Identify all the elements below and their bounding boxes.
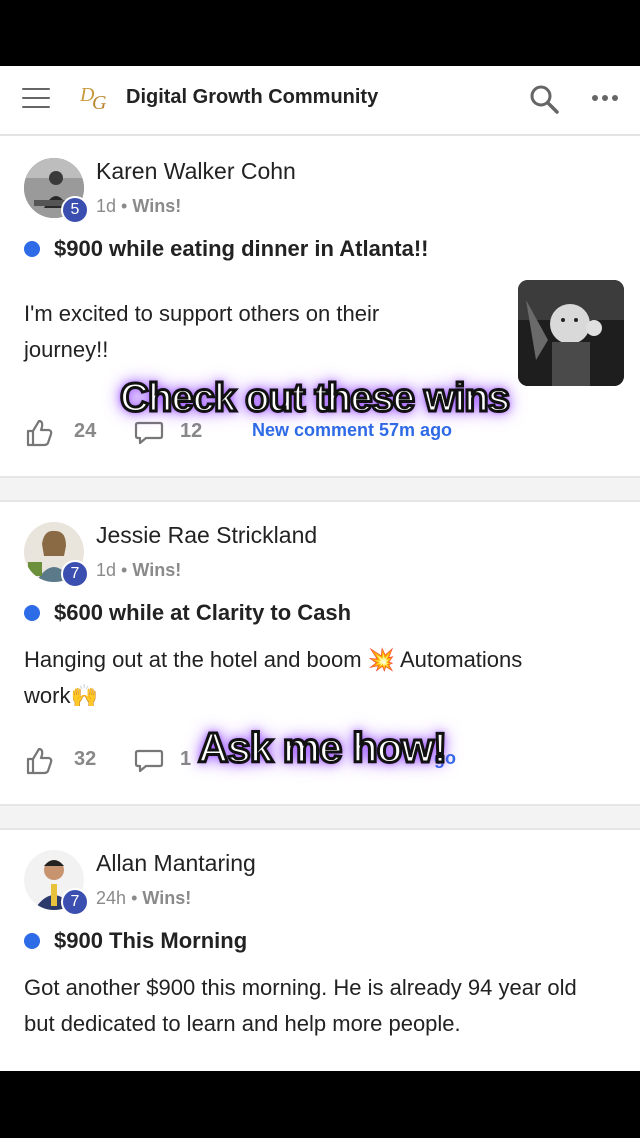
meta-separator: •	[131, 888, 138, 908]
post-title[interactable]: $900 while eating dinner in Atlanta!!	[24, 236, 428, 262]
post-body: Hanging out at the hotel and boom 💥 Auto…	[24, 642, 522, 714]
post-category[interactable]: Wins!	[132, 560, 181, 580]
post-body-line: I'm excited to support others on their	[24, 301, 380, 326]
video-letterbox-top	[0, 0, 640, 66]
more-icon[interactable]	[590, 88, 620, 108]
post-title[interactable]: $600 while at Clarity to Cash	[24, 600, 351, 626]
new-comment-link[interactable]: New comment 57m ago	[252, 420, 452, 441]
post-card[interactable]: 7 Allan Mantaring 24h • Wins! $900 This …	[0, 830, 640, 1071]
app-header: DG Digital Growth Community	[0, 66, 640, 136]
post-body-line: Got another $900 this morning. He is alr…	[24, 975, 577, 1000]
app-screen: DG Digital Growth Community 5 Karen Walk…	[0, 66, 640, 1071]
post-divider	[0, 804, 640, 830]
post-body-line: journey!!	[24, 337, 109, 362]
overlay-caption: Check out these wins	[119, 375, 512, 422]
post-category[interactable]: Wins!	[142, 888, 191, 908]
comment-icon[interactable]	[134, 420, 164, 446]
thumbs-up-icon[interactable]	[24, 418, 54, 448]
post-thumbnail[interactable]	[518, 280, 624, 386]
post-title-text: $900 while eating dinner in Atlanta!!	[54, 236, 429, 261]
meta-separator: •	[121, 196, 128, 216]
community-title: Digital Growth Community	[126, 86, 379, 108]
author-name[interactable]: Allan Mantaring	[96, 850, 256, 877]
unread-dot	[24, 605, 40, 621]
community-logo: DG	[80, 84, 107, 114]
post-category[interactable]: Wins!	[132, 196, 181, 216]
level-badge: 7	[61, 888, 89, 916]
post-title[interactable]: $900 This Morning	[24, 928, 247, 954]
overlay-caption: Ask me how!	[196, 723, 448, 773]
post-meta: 1d • Wins!	[96, 196, 181, 217]
search-icon[interactable]	[529, 84, 559, 114]
post-body: Got another $900 this morning. He is alr…	[24, 970, 577, 1042]
level-badge: 5	[61, 196, 89, 224]
unread-dot	[24, 241, 40, 257]
comment-count: 1	[180, 748, 192, 770]
post-title-text: $900 This Morning	[54, 928, 248, 953]
post-time: 1d	[96, 560, 117, 580]
post-body-line: Hanging out at the hotel and boom 💥 Auto…	[24, 647, 523, 672]
baby-photo-icon	[518, 280, 624, 386]
post-meta: 24h • Wins!	[96, 888, 191, 909]
post-body: I'm excited to support others on their j…	[24, 296, 379, 368]
author-name[interactable]: Jessie Rae Strickland	[96, 522, 317, 549]
comment-count: 12	[180, 420, 203, 442]
post-divider	[0, 476, 640, 502]
post-time: 1d	[96, 196, 117, 216]
post-body-line: work🙌	[24, 683, 98, 708]
post-title-text: $600 while at Clarity to Cash	[54, 600, 352, 625]
video-letterbox-bottom	[0, 1071, 640, 1138]
thumbs-up-icon[interactable]	[24, 746, 54, 776]
like-count: 24	[74, 420, 97, 442]
comment-icon[interactable]	[134, 748, 164, 774]
level-badge: 7	[61, 560, 89, 588]
post-card[interactable]: 5 Karen Walker Cohn 1d • Wins! $900 whil…	[0, 138, 640, 476]
like-count: 32	[74, 748, 97, 770]
post-actions: 24 12 New comment 57m ago	[24, 418, 614, 448]
meta-separator: •	[121, 560, 128, 580]
unread-dot	[24, 933, 40, 949]
author-name[interactable]: Karen Walker Cohn	[96, 158, 296, 185]
post-time: 24h	[96, 888, 127, 908]
hamburger-icon[interactable]	[22, 88, 50, 108]
post-body-line: but dedicated to learn and help more peo…	[24, 1011, 461, 1036]
post-meta: 1d • Wins!	[96, 560, 181, 581]
